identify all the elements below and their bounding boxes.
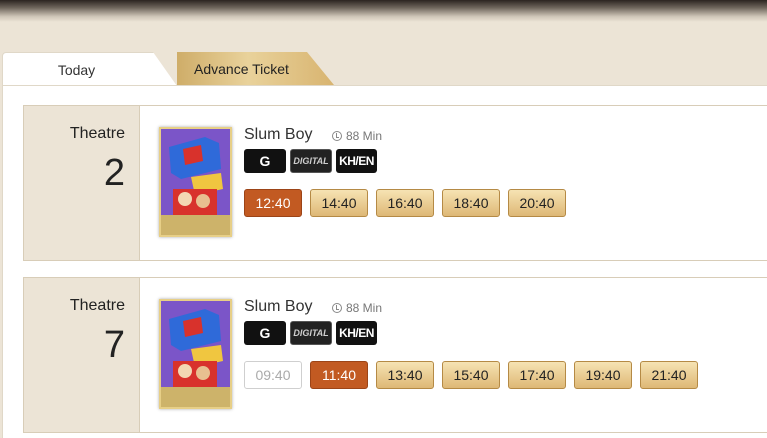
showtime-button[interactable]: 16:40 xyxy=(376,189,434,217)
language-badge: KH/EN xyxy=(336,149,377,173)
tab-today[interactable]: Today xyxy=(2,52,177,86)
movie-duration: 88 Min xyxy=(332,301,382,315)
showtime-button[interactable]: 19:40 xyxy=(574,361,632,389)
showtime-button[interactable]: 11:40 xyxy=(310,361,368,389)
showtime-list: 09:40 11:40 13:40 15:40 17:40 19:40 21:4… xyxy=(244,361,698,389)
theatre-label: Theatre xyxy=(69,125,125,142)
clock-icon xyxy=(332,303,342,313)
theatre-info: Theatre 7 xyxy=(24,278,140,432)
showtime-button[interactable]: 18:40 xyxy=(442,189,500,217)
movie-poster[interactable] xyxy=(159,127,232,237)
showing-card: Theatre 7 Slum Boy 88 Min G DIGITAL KH/E… xyxy=(23,277,767,433)
showtime-button[interactable]: 13:40 xyxy=(376,361,434,389)
showtime-button[interactable]: 20:40 xyxy=(508,189,566,217)
showtime-button[interactable]: 21:40 xyxy=(640,361,698,389)
showing-card: Theatre 2 Slum Boy 88 Min G DIGITAL KH/E… xyxy=(23,105,767,261)
format-badge: DIGITAL xyxy=(290,149,332,173)
tab-bar: Advance Ticket Today xyxy=(2,52,767,86)
format-badge: DIGITAL xyxy=(290,321,332,345)
tab-advance-ticket[interactable]: Advance Ticket xyxy=(162,52,334,85)
rating-badge: G xyxy=(244,321,286,345)
clock-icon xyxy=(332,131,342,141)
movie-title[interactable]: Slum Boy xyxy=(244,126,312,144)
showtime-button[interactable]: 15:40 xyxy=(442,361,500,389)
showtimes-panel: Theatre 2 Slum Boy 88 Min G DIGITAL KH/E… xyxy=(2,85,767,438)
theatre-number: 7 xyxy=(103,324,125,366)
showtime-button[interactable]: 14:40 xyxy=(310,189,368,217)
theatre-number: 2 xyxy=(103,152,125,194)
showtime-list: 12:40 14:40 16:40 18:40 20:40 xyxy=(244,189,566,217)
showtime-button[interactable]: 17:40 xyxy=(508,361,566,389)
theatre-label: Theatre xyxy=(69,297,125,314)
duration-text: 88 Min xyxy=(346,129,383,143)
movie-badges: G DIGITAL KH/EN xyxy=(244,149,377,173)
movie-duration: 88 Min xyxy=(332,129,382,143)
movie-poster[interactable] xyxy=(159,299,232,409)
top-shadow-bar xyxy=(0,0,767,22)
theatre-info: Theatre 2 xyxy=(24,106,140,260)
showtime-button[interactable]: 12:40 xyxy=(244,189,302,217)
duration-text: 88 Min xyxy=(346,301,383,315)
movie-badges: G DIGITAL KH/EN xyxy=(244,321,377,345)
rating-badge: G xyxy=(244,149,286,173)
showtime-button: 09:40 xyxy=(244,361,302,389)
language-badge: KH/EN xyxy=(336,321,377,345)
movie-title[interactable]: Slum Boy xyxy=(244,298,312,316)
